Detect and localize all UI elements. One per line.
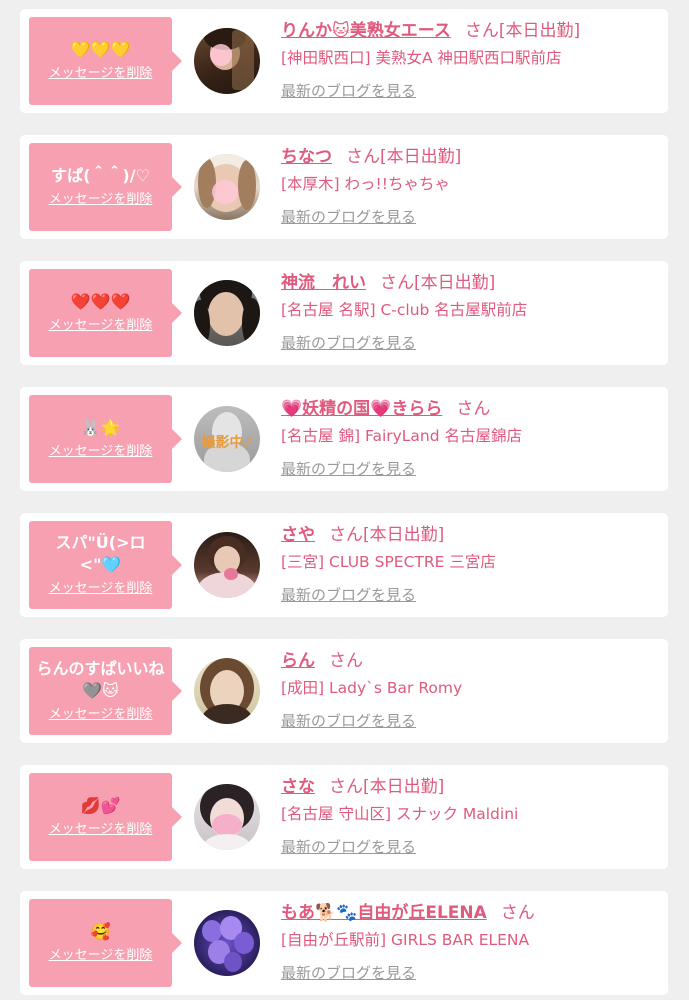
message-bubble: 🐰🌟 メッセージを削除 [29, 395, 182, 483]
message-card: すぱ(＾＾)/♡ メッセージを削除 ちなつ さん[本日出勤] [本厚木] わっ!!… [20, 135, 668, 239]
card-info: りんか🐱美熟女エース さん[本日出勤] [神田駅西口] 美熟女A 神田駅西口駅前店… [281, 19, 658, 101]
shop-name: [成田] Lady`s Bar Romy [281, 679, 463, 697]
message-bubble: らんのすぱいいね🩶🐱 メッセージを削除 [29, 647, 182, 735]
shop-name: [名古屋 守山区] スナック Maldini [281, 805, 519, 823]
name-line: もあ🐕🐾自由が丘ELENA さん [281, 901, 658, 925]
cast-name-link[interactable]: りんか🐱美熟女エース [281, 21, 451, 41]
message-bubble: ❤️❤️❤️ メッセージを削除 [29, 269, 182, 357]
honorific: さん [329, 777, 363, 797]
message-bubble: 💋💕 メッセージを削除 [29, 773, 182, 861]
message-bubble: 💛💛💛 メッセージを削除 [29, 17, 182, 105]
name-line: ちなつ さん[本日出勤] [281, 145, 658, 169]
message-text: 🥰 [90, 922, 111, 941]
avatar[interactable] [194, 280, 260, 346]
message-text: スパ"Ü(>ロ<"🩵 [55, 533, 146, 574]
message-card: 🥰 メッセージを削除 もあ🐕🐾自由が丘ELENA さん [自由が丘駅前] GIRL… [20, 891, 668, 995]
shop-name: [名古屋 名駅] C-club 名古屋駅前店 [281, 301, 528, 319]
card-info: ちなつ さん[本日出勤] [本厚木] わっ!!ちゃちゃ 最新のブログを見る [281, 145, 658, 227]
name-line: 神流 れい さん[本日出勤] [281, 271, 658, 295]
honorific: さん [346, 147, 380, 167]
honorific: さん [329, 525, 363, 545]
status-label: [本日出勤] [414, 273, 496, 293]
card-info: もあ🐕🐾自由が丘ELENA さん [自由が丘駅前] GIRLS BAR ELENA… [281, 901, 658, 983]
delete-message-link[interactable]: メッセージを削除 [49, 65, 153, 83]
cast-name-link[interactable]: 神流 れい [281, 273, 366, 293]
name-line: らん さん [281, 649, 658, 673]
card-info: さや さん[本日出勤] [三宮] CLUB SPECTRE 三宮店 最新のブログを… [281, 523, 658, 605]
shop-name: [三宮] CLUB SPECTRE 三宮店 [281, 553, 496, 571]
message-card: 💛💛💛 メッセージを削除 りんか🐱美熟女エース さん[本日出勤] [神田駅西口] … [20, 9, 668, 113]
cast-name-link[interactable]: もあ🐕🐾自由が丘ELENA [281, 903, 487, 923]
card-info: らん さん [成田] Lady`s Bar Romy 最新のブログを見る [281, 649, 658, 731]
shop-name: [本厚木] わっ!!ちゃちゃ [281, 175, 450, 193]
honorific: さん [329, 651, 363, 671]
delete-message-link[interactable]: メッセージを削除 [49, 947, 153, 965]
message-list: 💛💛💛 メッセージを削除 りんか🐱美熟女エース さん[本日出勤] [神田駅西口] … [20, 9, 668, 995]
shop-name: [自由が丘駅前] GIRLS BAR ELENA [281, 931, 530, 949]
honorific: さん [500, 903, 535, 923]
message-text: 💛💛💛 [70, 40, 131, 59]
message-bubble: すぱ(＾＾)/♡ メッセージを削除 [29, 143, 182, 231]
card-info: 神流 れい さん[本日出勤] [名古屋 名駅] C-club 名古屋駅前店 最新の… [281, 271, 658, 353]
status-label: [本日出勤] [363, 777, 445, 797]
latest-blog-link[interactable]: 最新のブログを見る [281, 585, 416, 605]
latest-blog-link[interactable]: 最新のブログを見る [281, 81, 416, 101]
avatar[interactable] [194, 910, 260, 976]
cast-name-link[interactable]: さな [281, 777, 315, 797]
avatar[interactable] [194, 658, 260, 724]
message-text: 🐰🌟 [80, 418, 121, 437]
cast-name-link[interactable]: らん [281, 651, 315, 671]
latest-blog-link[interactable]: 最新のブログを見る [281, 207, 416, 227]
delete-message-link[interactable]: メッセージを削除 [49, 706, 153, 724]
message-text: ❤️❤️❤️ [70, 292, 131, 311]
shop-name: [名古屋 錦] FairyLand 名古屋錦店 [281, 427, 523, 445]
avatar[interactable] [194, 784, 260, 850]
shop-name: [神田駅西口] 美熟女A 神田駅西口駅前店 [281, 49, 562, 67]
message-card: 🐰🌟 メッセージを削除 撮影中♪ 💗妖精の国💗きらら さん [名古屋 錦] Fai… [20, 387, 668, 491]
latest-blog-link[interactable]: 最新のブログを見る [281, 711, 416, 731]
name-line: さな さん[本日出勤] [281, 775, 658, 799]
latest-blog-link[interactable]: 最新のブログを見る [281, 963, 416, 983]
message-text: すぱ(＾＾)/♡ [51, 166, 150, 185]
message-text: 💋💕 [80, 796, 121, 815]
delete-message-link[interactable]: メッセージを削除 [49, 580, 153, 598]
avatar[interactable]: 撮影中♪ [194, 406, 260, 472]
status-label: [本日出勤] [363, 525, 445, 545]
name-line: りんか🐱美熟女エース さん[本日出勤] [281, 19, 658, 43]
honorific: さん [456, 399, 491, 419]
status-label: [本日出勤] [380, 147, 462, 167]
card-info: さな さん[本日出勤] [名古屋 守山区] スナック Maldini 最新のブログ… [281, 775, 658, 857]
delete-message-link[interactable]: メッセージを削除 [49, 317, 153, 335]
latest-blog-link[interactable]: 最新のブログを見る [281, 837, 416, 857]
message-card: 💋💕 メッセージを削除 さな さん[本日出勤] [名古屋 守山区] スナック Ma… [20, 765, 668, 869]
name-line: 💗妖精の国💗きらら さん [281, 397, 658, 421]
name-line: さや さん[本日出勤] [281, 523, 658, 547]
avatar[interactable] [194, 532, 260, 598]
message-text: らんのすぱいいね🩶🐱 [36, 659, 165, 700]
message-bubble: 🥰 メッセージを削除 [29, 899, 182, 987]
message-card: らんのすぱいいね🩶🐱 メッセージを削除 らん さん [成田] Lady`s Bar… [20, 639, 668, 743]
message-card: ❤️❤️❤️ メッセージを削除 神流 れい さん[本日出勤] [名古屋 名駅] C… [20, 261, 668, 365]
cast-name-link[interactable]: ちなつ [281, 147, 332, 167]
cast-name-link[interactable]: さや [281, 525, 315, 545]
cast-name-link[interactable]: 💗妖精の国💗きらら [281, 399, 442, 419]
status-label: [本日出勤] [498, 21, 581, 41]
delete-message-link[interactable]: メッセージを削除 [49, 191, 153, 209]
avatar-overlay-text: 撮影中♪ [201, 435, 253, 451]
latest-blog-link[interactable]: 最新のブログを見る [281, 333, 416, 353]
message-bubble: スパ"Ü(>ロ<"🩵 メッセージを削除 [29, 521, 182, 609]
card-info: 💗妖精の国💗きらら さん [名古屋 錦] FairyLand 名古屋錦店 最新のブ… [281, 397, 658, 479]
delete-message-link[interactable]: メッセージを削除 [49, 443, 153, 461]
avatar[interactable] [194, 28, 260, 94]
delete-message-link[interactable]: メッセージを削除 [49, 821, 153, 839]
avatar[interactable] [194, 154, 260, 220]
latest-blog-link[interactable]: 最新のブログを見る [281, 459, 416, 479]
honorific: さん [380, 273, 414, 293]
message-card: スパ"Ü(>ロ<"🩵 メッセージを削除 さや さん[本日出勤] [三宮] CLUB… [20, 513, 668, 617]
honorific: さん [464, 21, 499, 41]
